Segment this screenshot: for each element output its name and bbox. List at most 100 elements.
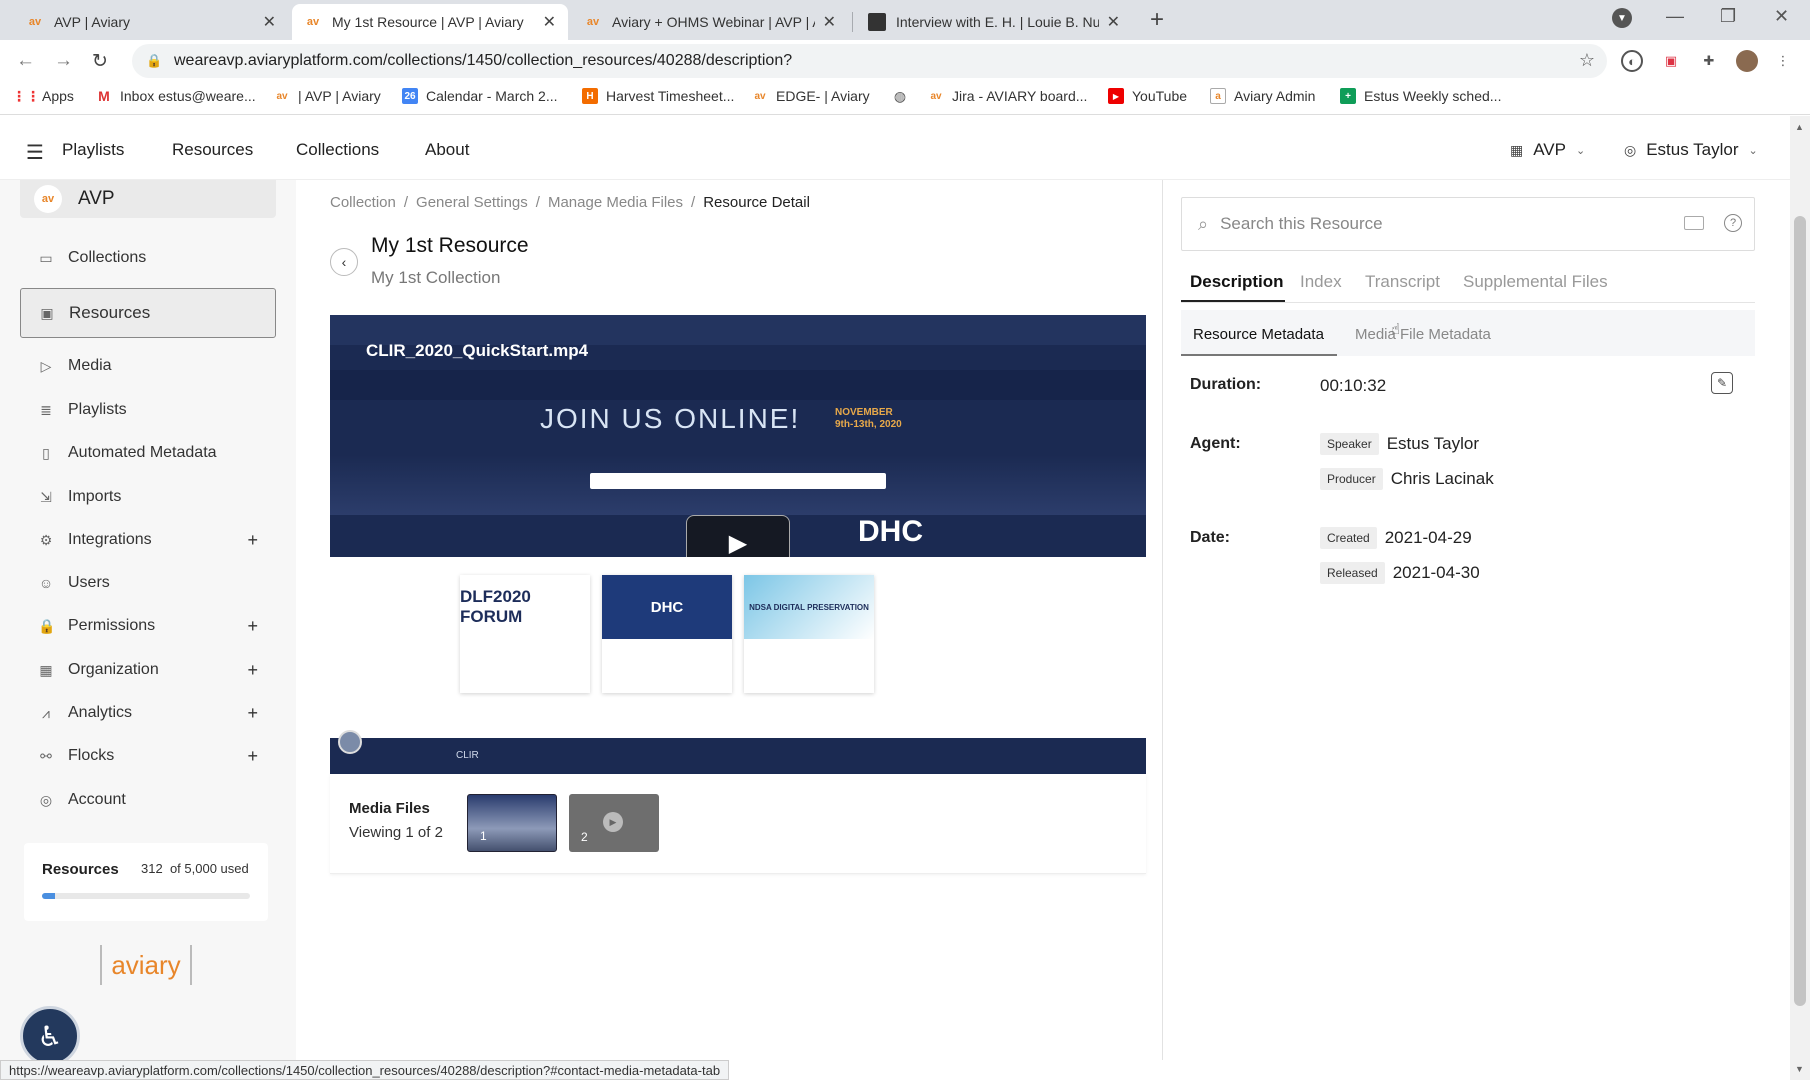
bookmark-aviary-admin[interactable]: a Aviary Admin: [1210, 88, 1315, 104]
bookmark-jira[interactable]: av Jira - AVIARY board...: [928, 88, 1087, 104]
org-switcher[interactable]: ▦ AVP ⌄: [1510, 140, 1585, 160]
close-icon[interactable]: ✕: [823, 12, 836, 32]
tab-title: Aviary + OHMS Webinar | AVP | A: [612, 14, 815, 30]
subtab-media-file-metadata[interactable]: Media File Metadata: [1355, 326, 1491, 343]
extension-icon[interactable]: ◐: [1621, 50, 1643, 72]
browser-tab-1[interactable]: av AVP | Aviary ✕: [14, 4, 288, 40]
scroll-up-icon[interactable]: ▲: [1795, 122, 1804, 132]
chart-icon: ⩘: [42, 704, 50, 721]
sidebar-item-automated-metadata[interactable]: ▯ Automated Metadata: [20, 431, 276, 475]
back-arrow-icon[interactable]: ←: [16, 50, 35, 72]
video-headline: JOIN US ONLINE!: [540, 403, 801, 434]
user-menu[interactable]: ◎ Estus Taylor ⌄: [1624, 140, 1758, 160]
resource-search-input[interactable]: ⌕ Search this Resource ?: [1181, 197, 1755, 251]
agent-row-2: Producer Chris Lacinak: [1320, 468, 1494, 490]
clir-label: CLIR: [456, 750, 479, 761]
scroll-down-icon[interactable]: ▼: [1795, 1064, 1804, 1074]
tab-index[interactable]: Index: [1300, 272, 1342, 292]
extension-badge-icon[interactable]: ▣: [1660, 50, 1682, 72]
sidebar-item-analytics[interactable]: ⩘ Analytics +: [20, 691, 276, 735]
page-scrollbar[interactable]: ▲ ▼: [1790, 116, 1810, 1080]
profile-avatar[interactable]: [1736, 50, 1758, 72]
minimize-icon[interactable]: —: [1666, 6, 1684, 27]
sidebar-item-integrations[interactable]: ⚙ Integrations +: [20, 518, 276, 562]
video-player[interactable]: CLIR_2020_QuickStart.mp4 JOIN US ONLINE!…: [330, 315, 1146, 557]
tab-title: My 1st Resource | AVP | Aviary: [332, 14, 524, 30]
expand-plus-icon[interactable]: +: [247, 703, 258, 724]
breadcrumb-collection[interactable]: Collection: [330, 194, 396, 211]
breadcrumb-manage-media-files[interactable]: Manage Media Files: [548, 194, 683, 211]
bookmark-avp-aviary[interactable]: av | AVP | Aviary: [274, 88, 380, 104]
close-icon[interactable]: ✕: [543, 12, 556, 32]
breadcrumb: Collection / General Settings / Manage Med…: [330, 194, 810, 211]
bookmark-inbox[interactable]: M Inbox estus@weare...: [96, 88, 255, 104]
sidebar-item-resources[interactable]: ▣ Resources: [20, 288, 276, 338]
kebab-menu-icon[interactable]: ⋮: [1772, 50, 1794, 72]
expand-plus-icon[interactable]: +: [247, 616, 258, 637]
sidebar-item-imports[interactable]: ⇲ Imports: [20, 475, 276, 519]
url-field[interactable]: 🔒 weareavp.aviaryplatform.com/collection…: [132, 44, 1607, 78]
back-button[interactable]: ‹: [330, 248, 358, 276]
sidebar-item-account[interactable]: ◎ Account: [20, 778, 276, 822]
breadcrumb-general-settings[interactable]: General Settings: [416, 194, 528, 211]
bookmarks-bar: ⋮⋮ Apps M Inbox estus@weare... av | AVP …: [0, 82, 1810, 115]
browser-tab-3[interactable]: av Aviary + OHMS Webinar | AVP | A ✕: [572, 4, 848, 40]
bookmark-apps[interactable]: ⋮⋮ Apps: [12, 88, 74, 105]
forward-arrow-icon[interactable]: →: [54, 50, 73, 72]
keyboard-icon[interactable]: [1684, 216, 1704, 230]
hamburger-menu-icon[interactable]: ☰: [26, 140, 44, 165]
puzzle-icon[interactable]: ✚: [1698, 50, 1720, 72]
date-type-badge: Released: [1320, 562, 1385, 584]
sidebar-item-playlists[interactable]: ≣ Playlists: [20, 388, 276, 432]
restore-icon[interactable]: ❐: [1720, 6, 1736, 27]
sidebar-item-flocks[interactable]: ⚯ Flocks +: [20, 734, 276, 778]
bookmark-weekly-schedule[interactable]: + Estus Weekly sched...: [1340, 88, 1501, 104]
calendar-icon: 26: [402, 88, 418, 104]
subtab-resource-metadata[interactable]: Resource Metadata: [1193, 326, 1324, 343]
expand-plus-icon[interactable]: +: [247, 660, 258, 681]
active-subtab-indicator: [1181, 354, 1337, 356]
date-value: 2021-04-29: [1384, 528, 1472, 547]
help-icon[interactable]: ?: [1724, 214, 1742, 232]
nav-resources[interactable]: Resources: [172, 140, 253, 160]
tab-search-chevron-icon[interactable]: ▼: [1612, 8, 1632, 28]
bookmark-star-icon[interactable]: ☆: [1579, 50, 1595, 71]
reload-icon[interactable]: ↻: [92, 50, 108, 73]
date-type-badge: Created: [1320, 527, 1377, 549]
new-tab-plus-icon[interactable]: +: [1150, 6, 1164, 34]
sidebar-item-permissions[interactable]: 🔒 Permissions +: [20, 604, 276, 648]
import-icon: ⇲: [40, 488, 52, 505]
bookmark-harvest[interactable]: H Harvest Timesheet...: [582, 88, 734, 104]
sidebar-item-organization[interactable]: ▦ Organization +: [20, 648, 276, 692]
browser-tab-4[interactable]: Interview with E. H. | Louie B. Nu ✕: [856, 4, 1132, 40]
sidebar-item-collections[interactable]: ▭ Collections: [20, 236, 276, 280]
sidebar-item-users[interactable]: ☺ Users: [20, 561, 276, 605]
media-thumb-1[interactable]: 1: [467, 794, 557, 852]
video-nav-strip: [330, 370, 1146, 400]
browser-tab-2[interactable]: av My 1st Resource | AVP | Aviary ✕: [292, 4, 568, 40]
nav-collections[interactable]: Collections: [296, 140, 379, 160]
media-thumb-2[interactable]: 2 ▶: [569, 794, 659, 852]
close-icon[interactable]: ✕: [263, 12, 276, 32]
nav-playlists[interactable]: Playlists: [62, 140, 124, 160]
window-close-icon[interactable]: ✕: [1774, 6, 1789, 27]
tab-transcript[interactable]: Transcript: [1365, 272, 1440, 292]
card-label: NDSA DIGITAL PRESERVATION: [744, 575, 874, 639]
bookmark-youtube[interactable]: ▶ YouTube: [1108, 88, 1187, 104]
play-button[interactable]: ▶: [686, 515, 790, 557]
sidebar-item-media[interactable]: ▷ Media: [20, 344, 276, 388]
tab-description[interactable]: Description: [1190, 272, 1284, 292]
bookmark-globe[interactable]: ◍: [892, 88, 916, 104]
expand-plus-icon[interactable]: +: [247, 530, 258, 551]
expand-plus-icon[interactable]: +: [247, 746, 258, 767]
edit-metadata-button[interactable]: ✎: [1711, 372, 1733, 394]
scrollbar-thumb[interactable]: [1794, 216, 1806, 1006]
nav-about[interactable]: About: [425, 140, 469, 160]
bookmark-calendar[interactable]: 26 Calendar - March 2...: [402, 88, 558, 104]
close-icon[interactable]: ✕: [1107, 12, 1120, 32]
accessibility-icon[interactable]: ♿: [20, 1006, 80, 1066]
sidebar-org[interactable]: av AVP: [20, 180, 276, 218]
bookmark-edge[interactable]: av EDGE- | Aviary: [752, 88, 869, 104]
camera-overlay: [338, 730, 362, 754]
tab-supplemental-files[interactable]: Supplemental Files: [1463, 272, 1608, 292]
